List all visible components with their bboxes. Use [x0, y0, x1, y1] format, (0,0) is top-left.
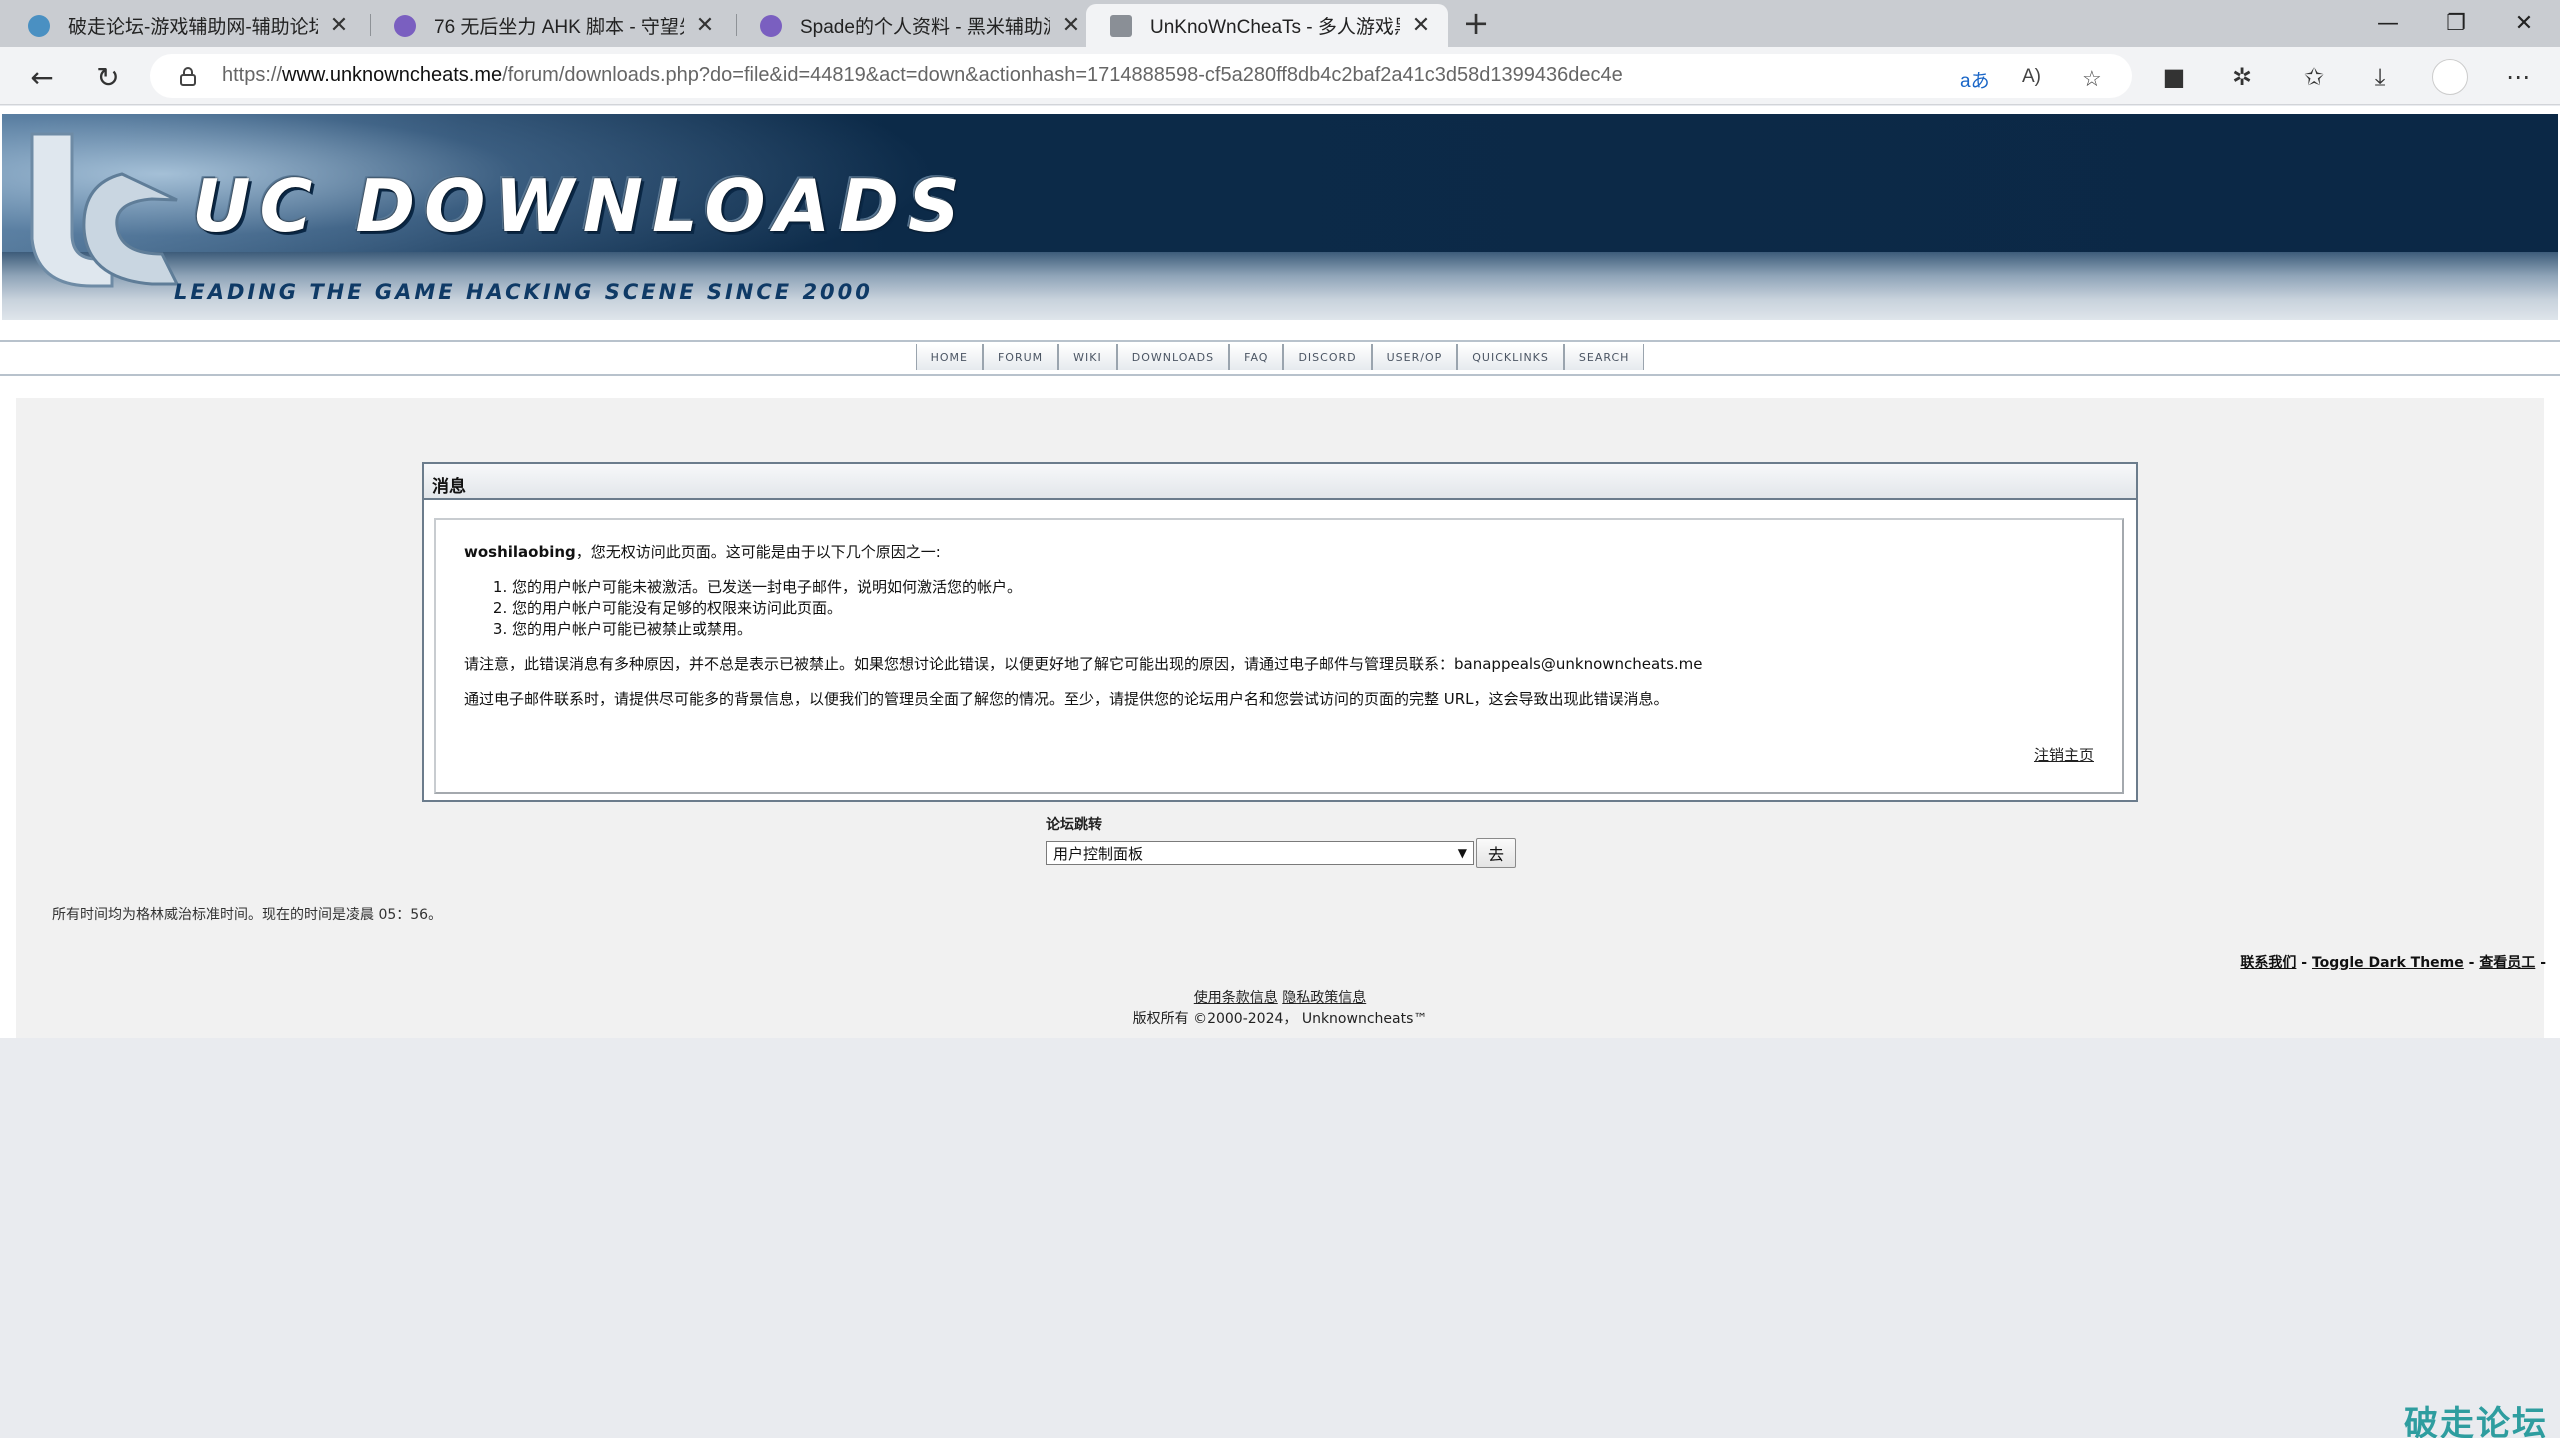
forum-jump-selected: 用户控制面板 — [1053, 844, 1144, 863]
message-note-ban: 请注意，此错误消息有多种原因，并不总是表示已被禁止。如果您想讨论此错误，以便更好… — [464, 655, 1703, 673]
toggle-dark-theme-link[interactable]: Toggle Dark Theme — [2312, 955, 2464, 971]
tab-title: 76 无后坐力 AHK 脚本 - 守望先锋 — [434, 17, 684, 38]
favorite-star-icon[interactable]: ☆ — [2082, 66, 2102, 91]
banner-tagline: LEADING THE GAME HACKING SCENE SINCE 200… — [174, 280, 873, 304]
nav-divider — [0, 374, 2560, 376]
logout-home-link[interactable]: 注销主页 — [2034, 745, 2094, 766]
privacy-link[interactable]: 隐私政策信息 — [1282, 990, 1366, 1006]
browser-tab-4-active[interactable]: UnKnoWnCheaTs - 多人游戏黑客 ✕ — [1086, 4, 1448, 47]
message-header: 消息 — [424, 464, 2136, 500]
terms-link[interactable]: 使用条款信息 — [1194, 990, 1278, 1006]
reason-item: 您的用户帐户可能已被禁止或禁用。 — [512, 619, 2094, 640]
username: woshilaobing — [464, 543, 576, 561]
address-bar[interactable]: https://www.unknowncheats.me/forum/downl… — [150, 54, 2132, 98]
forum-jump-go-button[interactable]: 去 — [1476, 838, 1516, 868]
message-note-contact: 通过电子邮件联系时，请提供尽可能多的背景信息，以便我们的管理员全面了解您的情况。… — [464, 690, 1669, 708]
copyright-block: 使用条款信息 隐私政策信息 版权所有 ©2000-2024， Unknownch… — [16, 988, 2544, 1030]
browser-tab-2[interactable]: 76 无后坐力 AHK 脚本 - 守望先锋 ✕ — [370, 4, 732, 47]
tab-title: 破走论坛-游戏辅助网-辅助论坛 — [68, 17, 318, 38]
site-favicon-icon — [28, 14, 50, 37]
footer-links: 联系我们 - Toggle Dark Theme - 查看员工 - — [2240, 955, 2546, 971]
nav-wiki[interactable]: WIKI — [1058, 344, 1117, 370]
view-staff-link[interactable]: 查看员工 — [2479, 955, 2535, 971]
uc-logo-icon — [30, 132, 180, 288]
nav-downloads[interactable]: DOWNLOADS — [1116, 344, 1230, 370]
reason-item: 您的用户帐户可能未被激活。已发送一封电子邮件，说明如何激活您的帐户。 — [512, 577, 2094, 598]
banner-title: UC DOWNLOADS — [192, 164, 969, 248]
nav-home[interactable]: HOME — [915, 344, 983, 370]
time-note: 所有时间均为格林威治标准时间。现在的时间是凌晨 05：56。 — [52, 907, 443, 923]
message-intro: woshilaobing，您无权访问此页面。这可能是由于以下几个原因之一: — [464, 543, 941, 561]
translate-icon[interactable]: aあ — [1960, 66, 1990, 92]
close-tab-icon[interactable]: ✕ — [1060, 13, 1082, 38]
more-menu-icon[interactable]: ⋯ — [2500, 59, 2536, 95]
favorites-icon[interactable]: ✩ — [2296, 59, 2332, 95]
url-text[interactable]: https://www.unknowncheats.me/forum/downl… — [222, 64, 1623, 87]
restore-icon[interactable]: ❐ — [2422, 0, 2490, 47]
page-viewport: UC DOWNLOADS LEADING THE GAME HACKING SC… — [0, 106, 2560, 1438]
reason-item: 您的用户帐户可能没有足够的权限来访问此页面。 — [512, 598, 2094, 619]
main-content: 消息 woshilaobing，您无权访问此页面。这可能是由于以下几个原因之一:… — [16, 398, 2546, 1038]
watermark-text: 破走论坛 — [2404, 1404, 2548, 1438]
nav-divider — [0, 340, 2560, 342]
lock-icon[interactable] — [178, 66, 198, 86]
nav-search[interactable]: SEARCH — [1563, 344, 1645, 370]
contact-us-link[interactable]: 联系我们 — [2240, 955, 2296, 971]
close-tab-icon[interactable]: ✕ — [1410, 13, 1432, 38]
message-body: woshilaobing，您无权访问此页面。这可能是由于以下几个原因之一: 您的… — [434, 518, 2124, 794]
copyright-text: 版权所有 ©2000-2024， Unknowncheats™ — [1132, 1011, 1428, 1027]
browser-tab-strip: 破走论坛-游戏辅助网-辅助论坛 ✕ 76 无后坐力 AHK 脚本 - 守望先锋 … — [0, 0, 2560, 47]
refresh-icon[interactable]: ↻ — [88, 57, 128, 97]
close-window-icon[interactable]: ✕ — [2490, 0, 2558, 47]
nav-quicklinks[interactable]: QUICKLINKS — [1457, 344, 1564, 370]
nav-user-cp[interactable]: USER/OP — [1371, 344, 1458, 370]
reasons-list: 您的用户帐户可能未被激活。已发送一封电子邮件，说明如何激活您的帐户。 您的用户帐… — [512, 577, 2094, 640]
browser-toolbar: ← ↻ https://www.unknowncheats.me/forum/d… — [0, 47, 2560, 105]
new-tab-icon[interactable]: + — [1458, 6, 1494, 42]
close-tab-icon[interactable]: ✕ — [694, 13, 716, 38]
close-tab-icon[interactable]: ✕ — [328, 13, 350, 38]
forum-jump-label: 论坛跳转 — [1046, 817, 1102, 833]
tab-title: UnKnoWnCheaTs - 多人游戏黑客 — [1150, 17, 1400, 38]
tab-title: Spade的个人资料 - 黑米辅助游戏 — [800, 17, 1050, 38]
site-favicon-icon — [760, 14, 782, 37]
download-icon[interactable]: ⤓ — [2362, 59, 2398, 95]
profile-avatar[interactable] — [2432, 59, 2468, 95]
site-banner[interactable]: UC DOWNLOADS LEADING THE GAME HACKING SC… — [2, 114, 2558, 320]
uc-favicon-icon — [1110, 14, 1132, 37]
chevron-down-icon: ▼ — [1457, 846, 1467, 860]
nav-forum[interactable]: FORUM — [982, 344, 1059, 370]
browser-tab-1[interactable]: 破走论坛-游戏辅助网-辅助论坛 ✕ — [4, 4, 366, 47]
page-body: UC DOWNLOADS LEADING THE GAME HACKING SC… — [0, 106, 2560, 1038]
minimize-icon[interactable]: — — [2354, 0, 2422, 47]
extension-icon[interactable]: ■ — [2156, 59, 2192, 95]
puzzle-extensions-icon[interactable]: ✲ — [2224, 59, 2260, 95]
read-aloud-icon[interactable]: A) — [2022, 66, 2041, 88]
message-panel: 消息 woshilaobing，您无权访问此页面。这可能是由于以下几个原因之一:… — [422, 462, 2138, 802]
site-nav-menu: HOME FORUM WIKI DOWNLOADS FAQ DISCORD US… — [0, 344, 2560, 370]
browser-tab-3[interactable]: Spade的个人资料 - 黑米辅助游戏 ✕ — [736, 4, 1098, 47]
nav-discord[interactable]: DISCORD — [1283, 344, 1372, 370]
nav-faq[interactable]: FAQ — [1229, 344, 1284, 370]
forum-jump-select[interactable]: 用户控制面板 ▼ — [1046, 841, 1474, 865]
forum-jump: 论坛跳转 用户控制面板 ▼ 去 — [1046, 814, 1516, 868]
back-icon[interactable]: ← — [22, 57, 62, 97]
site-favicon-icon — [394, 14, 416, 37]
